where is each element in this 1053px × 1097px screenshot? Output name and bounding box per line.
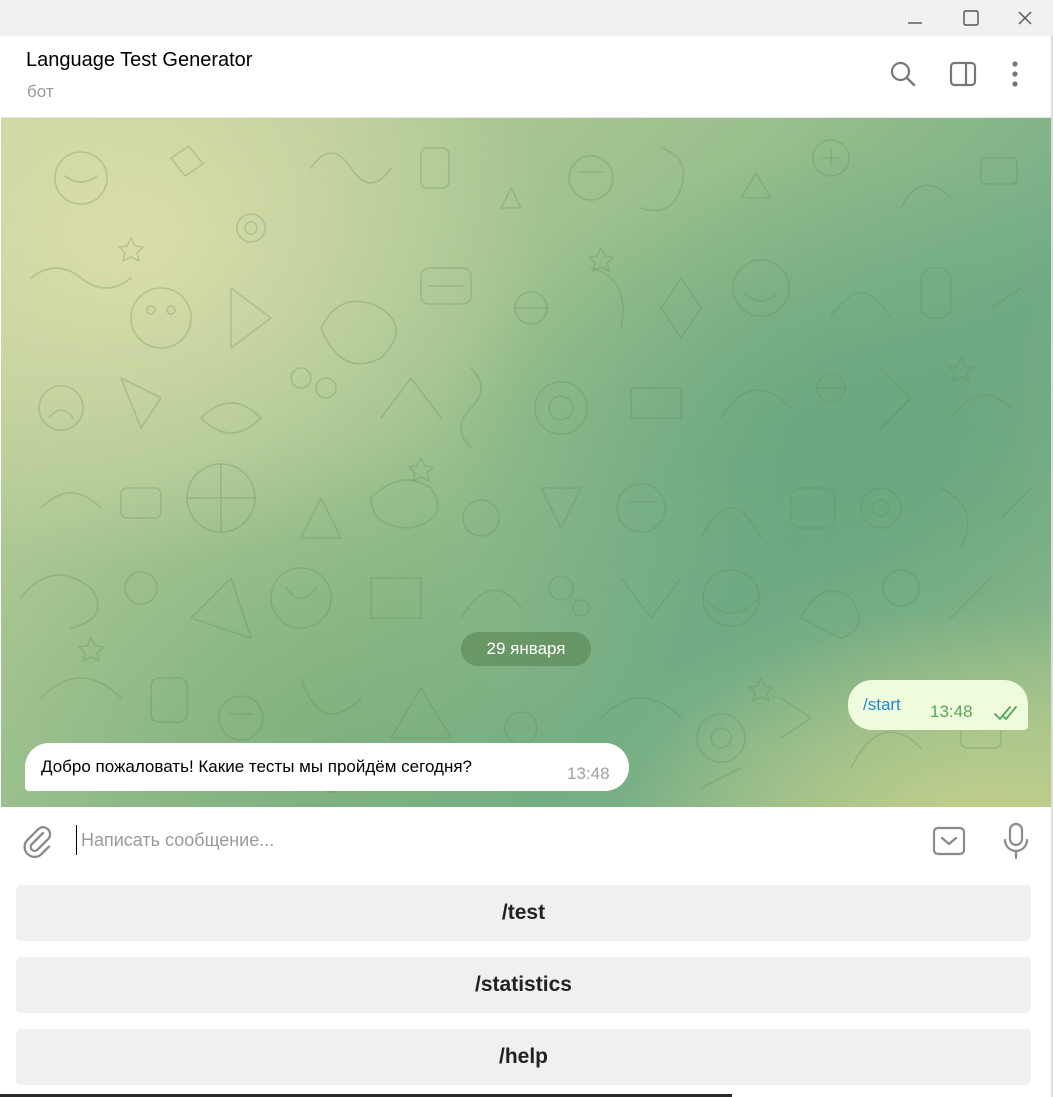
keyboard-toggle-icon — [932, 826, 966, 856]
close-button[interactable] — [1000, 0, 1050, 36]
voice-message-button[interactable] — [998, 821, 1034, 861]
chat-area[interactable]: 29 января /start 13:48 Добро пожаловать!… — [1, 118, 1051, 807]
attach-button[interactable] — [19, 823, 55, 859]
window-title-bar — [0, 0, 1053, 36]
outgoing-message-bubble[interactable]: /start 13:48 — [848, 680, 1028, 730]
sidebar-toggle-icon — [949, 61, 977, 87]
sidebar-toggle-button[interactable] — [945, 56, 981, 92]
bot-command-button-help[interactable]: /help — [16, 1029, 1031, 1085]
maximize-button[interactable] — [946, 0, 996, 36]
bot-keyboard-toggle-button[interactable] — [931, 823, 967, 859]
message-input[interactable] — [76, 825, 896, 855]
chat-header[interactable]: Language Test Generator бот — [1, 36, 1051, 118]
bot-command-button-statistics[interactable]: /statistics — [16, 957, 1031, 1013]
more-vertical-icon — [1012, 61, 1018, 87]
message-time: 13:48 — [930, 702, 973, 721]
bot-command-button-test[interactable]: /test — [16, 885, 1031, 941]
message-time: 13:48 — [567, 764, 610, 783]
telegram-window: Language Test Generator бот 29 января /s… — [0, 0, 1053, 1097]
incoming-message-bubble[interactable]: Добро пожаловать! Какие тесты мы пройдём… — [25, 743, 629, 791]
message-command-link[interactable]: /start — [863, 695, 901, 715]
microphone-icon — [1003, 822, 1029, 860]
paperclip-icon — [23, 826, 52, 859]
chat-title[interactable]: Language Test Generator — [26, 49, 252, 72]
search-button[interactable] — [885, 56, 921, 92]
more-options-button[interactable] — [997, 56, 1033, 92]
search-icon — [890, 61, 916, 87]
minimize-icon — [908, 22, 922, 24]
close-icon — [1018, 11, 1032, 25]
date-separator: 29 января — [461, 632, 591, 666]
minimize-button[interactable] — [890, 0, 940, 36]
double-check-icon — [994, 706, 1017, 720]
message-text: Добро пожаловать! Какие тесты мы пройдём… — [41, 757, 473, 776]
maximize-icon — [963, 10, 979, 26]
chat-subtitle: бот — [27, 82, 54, 101]
message-composer — [1, 807, 1051, 873]
